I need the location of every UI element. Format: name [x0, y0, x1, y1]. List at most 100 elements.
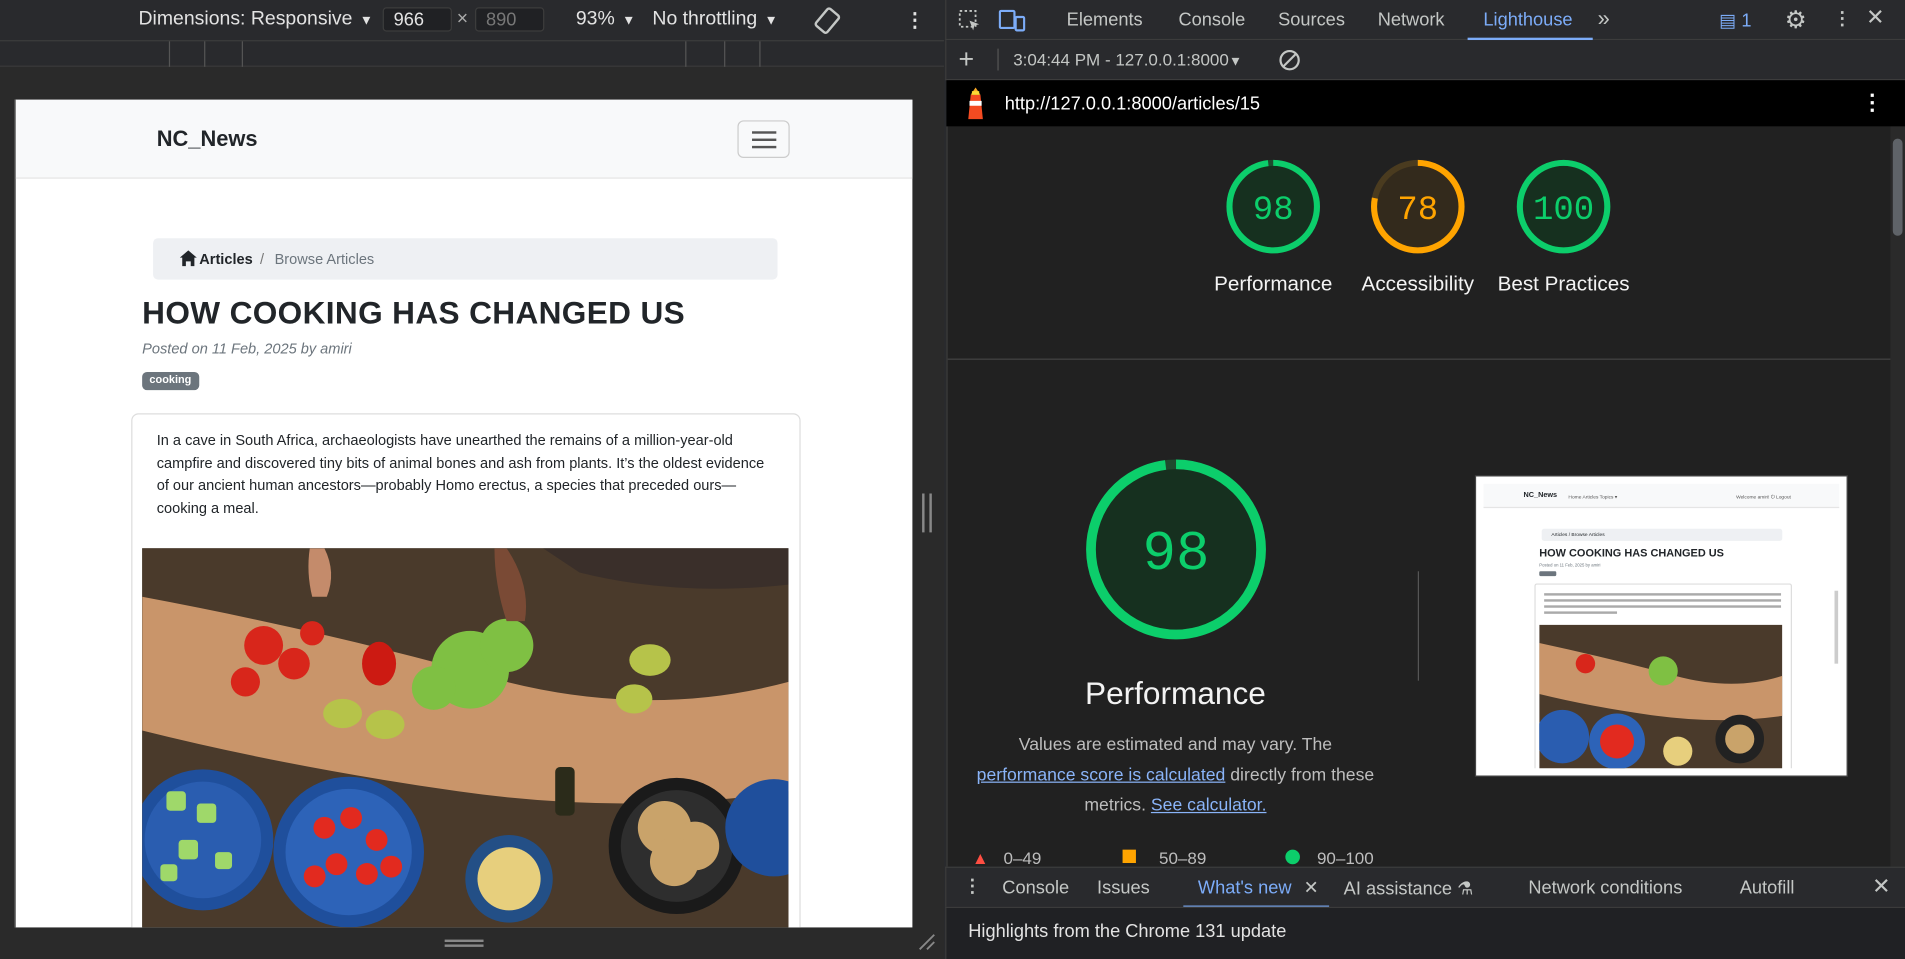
chevron-down-icon: ▼	[1228, 54, 1243, 70]
plus-icon[interactable]: +	[959, 44, 975, 76]
device-toolbar: Dimensions: Responsive ▼ 966 × 890 93% ▼ N…	[0, 0, 944, 41]
thumb-right: Welcome amiri! ⏻ Logout	[1736, 493, 1791, 500]
breadcrumb-current: Browse Articles	[274, 250, 375, 268]
drawer-tab-console[interactable]: Console	[1002, 878, 1069, 899]
throttling-label: No throttling	[652, 8, 758, 30]
tab-sources[interactable]: Sources	[1278, 10, 1345, 31]
thumb-photo	[1539, 624, 1783, 769]
chevron-down-icon: ▼	[622, 13, 636, 28]
legend-average: 50–89	[1159, 848, 1207, 867]
times-sign: ×	[456, 8, 469, 30]
report-url-bar: http://127.0.0.1:8000/articles/15 ⋮	[946, 80, 1905, 127]
flask-icon: ⚗	[1457, 878, 1474, 900]
legend-fail: 0–49	[1003, 848, 1042, 867]
score-calculated-link[interactable]: performance score is calculated	[977, 766, 1226, 785]
thumb-nav: Home Articles Topics ▾	[1568, 493, 1618, 500]
performance-score-large: 98	[1143, 522, 1210, 586]
dimensions-label: Dimensions: Responsive	[138, 8, 353, 30]
gauge-score: 78	[1397, 192, 1438, 230]
gauge-label-best-practices: Best Practices	[1497, 272, 1630, 296]
thumb-title: HOW COOKING HAS CHANGED US	[1539, 546, 1724, 560]
gauge-score: 100	[1533, 192, 1594, 230]
rotate-icon[interactable]	[813, 6, 842, 35]
clear-icon[interactable]	[1278, 49, 1301, 72]
lighthouse-logo-icon	[968, 87, 983, 120]
performance-description: Values are estimated and may vary. The p…	[972, 731, 1379, 822]
site-brand[interactable]: NC_News	[157, 126, 258, 152]
chevron-down-icon: ▼	[359, 13, 373, 28]
issues-counter[interactable]: ▤ 1	[1719, 10, 1751, 32]
report-menu-icon[interactable]: ⋮	[1861, 90, 1883, 116]
whats-new-panel: Highlights from the Chrome 131 update	[945, 906, 1905, 959]
scrollbar-thumb[interactable]	[1892, 138, 1903, 236]
height-input[interactable]: 890	[475, 7, 545, 32]
article-image	[142, 548, 789, 928]
more-tabs-icon[interactable]: »	[1598, 6, 1610, 32]
thumb-crumb: Articles / Browse Articles	[1551, 531, 1605, 538]
tab-lighthouse[interactable]: Lighthouse	[1483, 10, 1572, 31]
viewport-height-handle[interactable]	[444, 939, 484, 947]
thumb-brand: NC_News	[1523, 492, 1558, 500]
devtools-tabbar: Elements Console Sources Network Lightho…	[945, 0, 1905, 41]
gauge-best-practices[interactable]: 100	[1515, 158, 1612, 255]
emulated-viewport: NC_News Articles / Browse Articles HOW C…	[14, 99, 913, 928]
throttling-dropdown[interactable]: No throttling ▼	[652, 9, 777, 31]
inspect-element-icon[interactable]	[957, 9, 981, 33]
report-selector[interactable]: 3:04:44 PM - 127.0.0.1:8000▼	[1013, 50, 1242, 69]
resize-corner-icon[interactable]	[917, 932, 936, 951]
more-options-icon[interactable]: ⋮	[905, 9, 924, 33]
message-icon: ▤	[1719, 10, 1737, 32]
zoom-label: 93%	[575, 8, 615, 30]
report-url: http://127.0.0.1:8000/articles/15	[1004, 93, 1261, 115]
topic-badge[interactable]: cooking	[142, 371, 199, 391]
breadcrumb-separator: /	[259, 250, 265, 268]
whats-new-heading: Highlights from the Chrome 131 update	[968, 921, 1287, 943]
drawer-menu-icon[interactable]: ⋮	[963, 875, 981, 897]
ai-assistance-label: AI assistance	[1343, 878, 1453, 900]
gauge-performance[interactable]: 98	[1225, 158, 1322, 255]
close-devtools-icon[interactable]: ✕	[1866, 5, 1884, 31]
zoom-dropdown[interactable]: 93% ▼	[576, 9, 635, 31]
drawer-tab-autofill[interactable]: Autofill	[1740, 878, 1795, 899]
breadcrumb-articles-link[interactable]: Articles	[199, 250, 252, 267]
drawer-tab-issues[interactable]: Issues	[1097, 878, 1150, 899]
breadcrumb: Articles / Browse Articles	[153, 238, 778, 280]
final-screenshot-thumbnail: NC_News Home Articles Topics ▾ Welcome a…	[1474, 475, 1848, 777]
report-selector-label: 3:04:44 PM - 127.0.0.1:8000	[1013, 49, 1229, 70]
gear-icon[interactable]: ⚙	[1785, 5, 1807, 35]
report-scrollbar[interactable]	[1890, 126, 1905, 867]
drawer-tab-ai-assistance[interactable]: AI assistance ⚗	[1344, 878, 1474, 900]
device-toolbar-icon[interactable]	[998, 9, 1026, 33]
tab-console[interactable]: Console	[1178, 10, 1245, 31]
lighthouse-report: 98 Performance 78 Accessibility 100 Best…	[946, 126, 1905, 867]
gauge-accessibility[interactable]: 78	[1369, 158, 1466, 255]
gauge-label-accessibility: Accessibility	[1361, 272, 1475, 296]
gauge-label-performance: Performance	[1214, 272, 1333, 296]
performance-gauge-large: 98	[1086, 459, 1266, 640]
navbar-toggler-button[interactable]	[737, 120, 790, 159]
pass-circle-icon	[1285, 849, 1300, 865]
drawer-tab-network-conditions[interactable]: Network conditions	[1528, 878, 1682, 899]
tab-network[interactable]: Network	[1378, 10, 1445, 31]
close-tab-icon[interactable]: ✕	[1304, 876, 1319, 899]
performance-title: Performance	[1085, 674, 1266, 712]
lighthouse-toolbar: + 3:04:44 PM - 127.0.0.1:8000▼	[945, 40, 1905, 81]
home-icon	[179, 250, 197, 267]
article-meta: Posted on 11 Feb, 2025 by amiri	[142, 340, 352, 358]
customize-menu-icon[interactable]: ⋮	[1833, 7, 1851, 30]
gauge-score: 98	[1253, 192, 1294, 230]
dimensions-dropdown[interactable]: Dimensions: Responsive ▼	[138, 9, 372, 31]
see-calculator-link[interactable]: See calculator.	[1151, 796, 1267, 815]
width-input[interactable]: 966	[382, 7, 452, 32]
drawer-tab-whats-new[interactable]: What's new	[1198, 878, 1292, 899]
tab-elements[interactable]: Elements	[1067, 10, 1143, 31]
article-body: In a cave in South Africa, archaeologist…	[156, 431, 765, 516]
cooking-photo	[142, 548, 789, 928]
hamburger-icon	[752, 131, 777, 134]
close-drawer-icon[interactable]: ✕	[1872, 874, 1890, 900]
vertical-divider	[1417, 571, 1420, 681]
average-square-icon	[1122, 849, 1136, 864]
desc-text: Values are estimated and may vary. The	[1018, 735, 1333, 755]
site-navbar: NC_News	[15, 99, 913, 179]
viewport-width-handle[interactable]	[922, 493, 932, 533]
